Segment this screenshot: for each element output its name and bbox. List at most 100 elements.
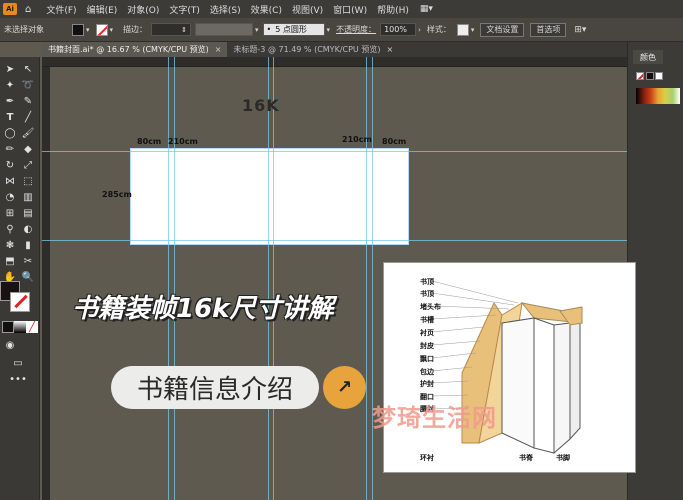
width-tool-icon[interactable]: ⋈ — [4, 175, 16, 187]
selection-tool-icon[interactable]: ➤ — [4, 63, 16, 75]
brush-select[interactable]: • 5 点圆形 — [262, 23, 325, 36]
arrow-up-right-icon: ↗ — [336, 377, 353, 398]
chevron-down-icon[interactable]: ▾ — [110, 26, 114, 34]
stroke-swatch[interactable] — [95, 23, 108, 36]
scale-tool-icon[interactable]: ⤢ — [22, 159, 34, 171]
artboard-tool-icon[interactable]: ⬒ — [4, 255, 16, 267]
direct-selection-tool-icon[interactable]: ↖ — [22, 63, 34, 75]
chevron-down-icon[interactable]: ▾ — [86, 26, 90, 34]
draw-mode-icon[interactable]: ◉ — [4, 339, 16, 351]
color-panel-tab[interactable]: 颜色 — [633, 50, 663, 64]
pill-label: 书籍信息介绍 — [136, 375, 293, 405]
chevron-right-icon[interactable]: › — [418, 26, 421, 34]
diagram-label: 环衬 — [420, 454, 434, 462]
more-tools-icon[interactable]: ••• — [9, 373, 27, 385]
lasso-icon[interactable]: ➰ — [22, 79, 34, 91]
line-tool-icon[interactable]: ╱ — [22, 111, 34, 123]
fill-swatch[interactable] — [72, 23, 84, 36]
size-heading: 16K — [242, 96, 280, 115]
graph-tool-icon[interactable]: ▮ — [22, 239, 34, 251]
artboard[interactable] — [130, 148, 409, 245]
eraser-tool-icon[interactable]: ◆ — [22, 143, 34, 155]
gradient-tool-icon[interactable]: ▤ — [22, 207, 34, 219]
app-logo: Ai — [3, 3, 17, 15]
opacity-input[interactable]: 100% — [380, 23, 417, 36]
guide-vertical — [273, 57, 274, 500]
overlay-title: 书籍装帧16k尺寸讲解 — [72, 294, 334, 324]
white-swatch[interactable] — [655, 72, 663, 80]
guide-horizontal — [42, 151, 627, 152]
workspace-icon[interactable]: ▦▾ — [420, 4, 433, 14]
zoom-tool-icon[interactable]: 🔍 — [22, 271, 34, 283]
none-mode-icon[interactable]: ╱ — [26, 321, 38, 333]
chevron-down-icon[interactable]: ▾ — [471, 26, 475, 34]
rotate-tool-icon[interactable]: ↻ — [4, 159, 16, 171]
menu-window[interactable]: 窗口(W) — [333, 3, 367, 16]
dimension-label: 210cm — [342, 135, 372, 144]
menu-select[interactable]: 选择(S) — [210, 3, 241, 16]
diagram-label: 书槽 — [420, 316, 434, 324]
black-swatch[interactable] — [646, 72, 654, 80]
document-tabs: 书籍封面.ai* @ 16.67 % (CMYK/CPU 预览) × 未标题-3 … — [42, 42, 627, 57]
mesh-tool-icon[interactable]: ⊞ — [4, 207, 16, 219]
close-icon[interactable]: × — [215, 45, 222, 54]
menu-type[interactable]: 文字(T) — [169, 3, 200, 16]
tools-panel: ➤ ↖ ✦ ➰ ✒ ✎ T ╱ ◯ 🖌 ✏ ◆ ↻ ⤢ ⋈ ⬚ ◔ ▥ ⊞ ▤ … — [0, 57, 40, 500]
diagram-label: 包边 — [420, 368, 434, 376]
pen-tool-icon[interactable]: ✒ — [4, 95, 16, 107]
color-mode-icon[interactable] — [2, 321, 14, 333]
perspective-grid-icon[interactable]: ▥ — [22, 191, 34, 203]
blend-tool-icon[interactable]: ◐ — [22, 223, 34, 235]
type-tool-icon[interactable]: T — [4, 111, 16, 123]
guide-vertical — [174, 57, 175, 500]
document-setup-button[interactable]: 文档设置 — [480, 22, 525, 37]
arrow-button[interactable]: ↗ — [323, 366, 366, 409]
menu-edit[interactable]: 编辑(E) — [87, 3, 118, 16]
symbol-sprayer-icon[interactable]: ❃ — [4, 239, 16, 251]
chevron-down-icon[interactable]: ▾ — [327, 26, 331, 34]
color-spectrum[interactable] — [636, 88, 680, 104]
tab-untitled-3[interactable]: 未标题-3 @ 71.49 % (CMYK/CPU 预览) × — [227, 42, 399, 57]
guide-vertical — [366, 57, 367, 500]
tab-book-cover[interactable]: 书籍封面.ai* @ 16.67 % (CMYK/CPU 预览) × — [42, 42, 228, 57]
chevron-down-icon[interactable]: ▾ — [255, 26, 259, 34]
opacity-label[interactable]: 不透明度： — [336, 24, 376, 35]
diagram-label: 书顶 — [420, 278, 434, 286]
screen-mode-icon[interactable]: ▭ — [12, 357, 24, 369]
curvature-tool-icon[interactable]: ✎ — [22, 95, 34, 107]
horizontal-ruler[interactable] — [42, 57, 627, 67]
brush-tool-icon[interactable]: 🖌 — [22, 127, 35, 139]
variable-width-select[interactable] — [195, 23, 254, 36]
slice-tool-icon[interactable]: ✂ — [22, 255, 34, 267]
magic-wand-icon[interactable]: ✦ — [4, 79, 16, 91]
book-info-pill[interactable]: 书籍信息介绍 — [111, 366, 319, 409]
none-swatch[interactable] — [636, 72, 644, 80]
preferences-button[interactable]: 首选项 — [530, 22, 567, 37]
menu-object[interactable]: 对象(O) — [127, 3, 159, 16]
control-bar: 未选择对象 ▾ ▾ 描边： ⇕ ▾ • 5 点圆形 ▾ 不透明度： 100% › … — [0, 18, 683, 42]
ellipse-tool-icon[interactable]: ◯ — [4, 127, 16, 139]
close-icon[interactable]: × — [386, 45, 393, 54]
menu-view[interactable]: 视图(V) — [292, 3, 323, 16]
home-icon[interactable]: ⌂ — [25, 4, 31, 15]
style-swatch[interactable] — [456, 23, 469, 36]
menu-effect[interactable]: 效果(C) — [251, 3, 282, 16]
pencil-tool-icon[interactable]: ✏ — [4, 143, 16, 155]
menu-help[interactable]: 帮助(H) — [377, 3, 409, 16]
diagram-label: 书脊 — [519, 454, 533, 462]
arrange-icon[interactable]: ⊞▾ — [574, 25, 586, 35]
dimension-label: 210cm — [168, 137, 198, 146]
menu-bar: Ai ⌂ 文件(F) 编辑(E) 对象(O) 文字(T) 选择(S) 效果(C)… — [0, 0, 683, 18]
free-transform-icon[interactable]: ⬚ — [22, 175, 34, 187]
eyedropper-icon[interactable]: ⚲ — [4, 223, 16, 235]
dimension-label: 80cm — [137, 137, 162, 146]
menu-file[interactable]: 文件(F) — [46, 3, 76, 16]
guide-vertical — [268, 57, 269, 500]
vertical-ruler[interactable] — [42, 67, 50, 500]
gradient-mode-icon[interactable] — [14, 321, 26, 333]
guide-vertical — [168, 57, 169, 500]
stroke-color-box[interactable] — [10, 292, 30, 312]
no-selection-label: 未选择对象 — [4, 25, 44, 34]
shape-builder-icon[interactable]: ◔ — [4, 191, 16, 203]
stroke-weight-input[interactable]: ⇕ — [151, 23, 192, 36]
